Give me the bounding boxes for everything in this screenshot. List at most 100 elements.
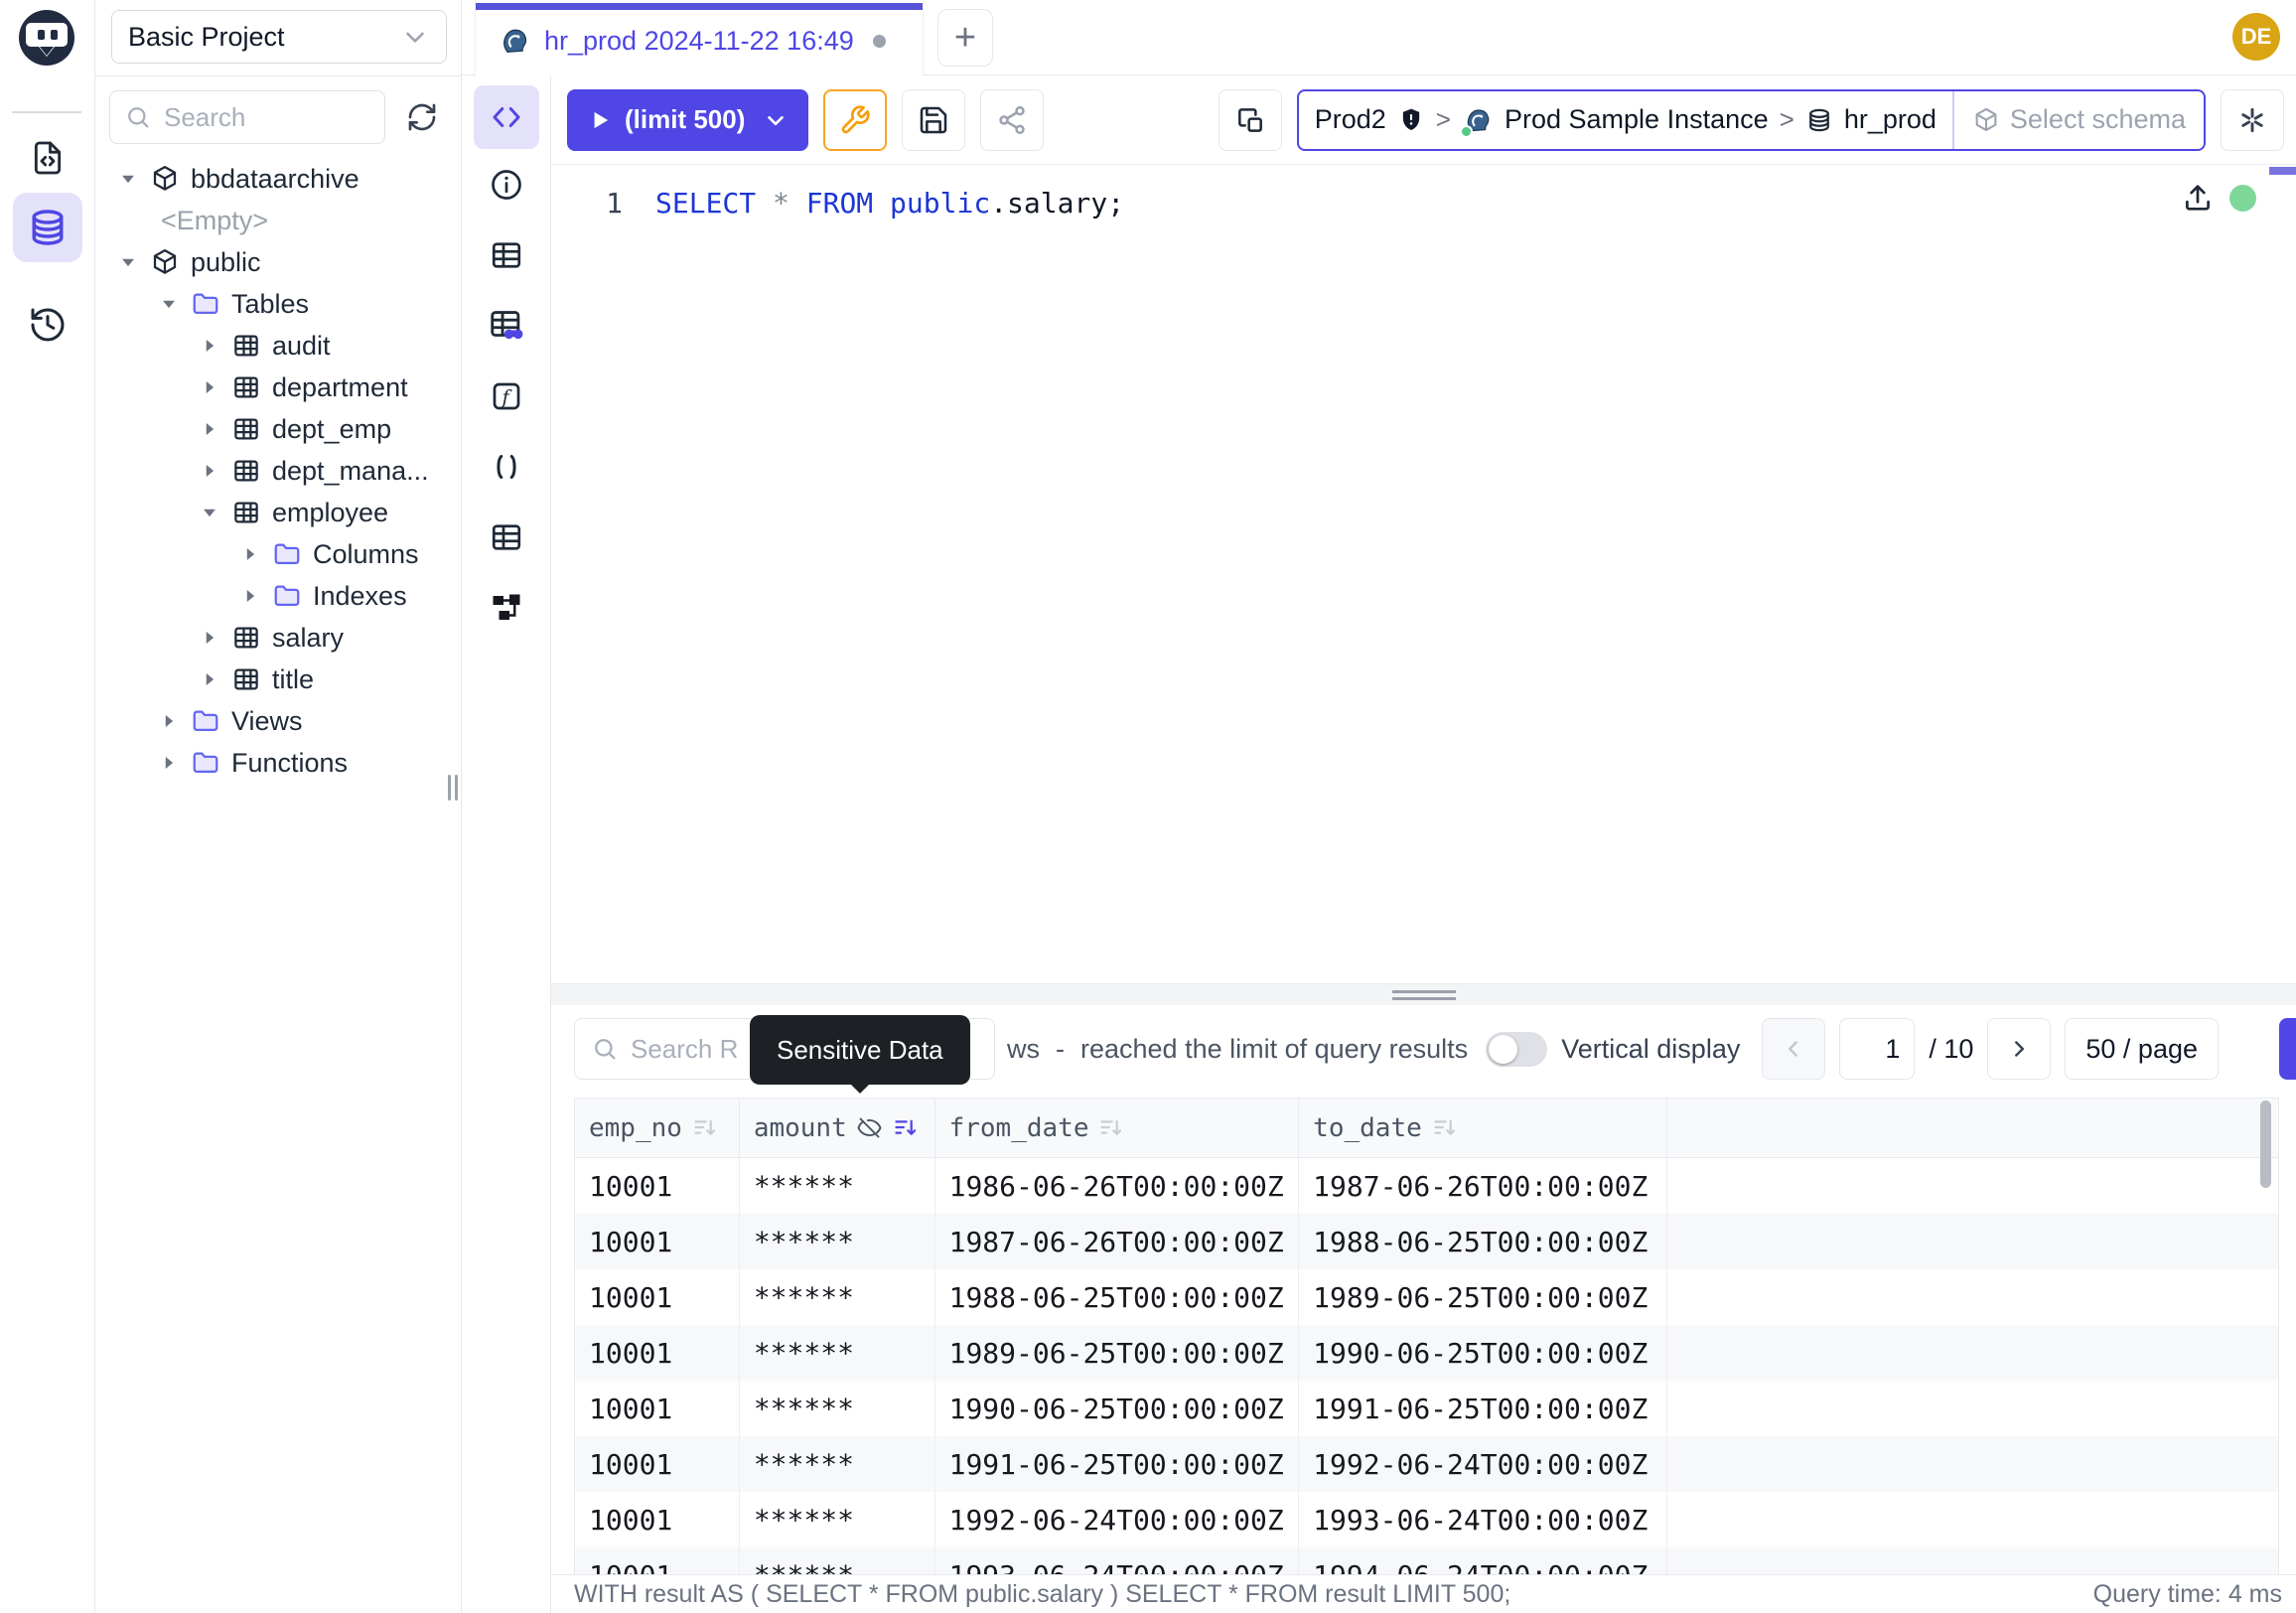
sidebar-resize-handle[interactable]	[448, 775, 458, 801]
panel-resize-handle[interactable]	[551, 983, 2296, 1005]
bytebase-logo[interactable]	[14, 8, 79, 70]
table-cell[interactable]: 1990-06-25T00:00:00Z	[1299, 1325, 1667, 1381]
share-button[interactable]	[980, 89, 1044, 151]
table-row[interactable]: 10001******1993-06-24T00:00:00Z1994-06-2…	[575, 1547, 2278, 1574]
table-cell[interactable]: 1993-06-24T00:00:00Z	[1299, 1492, 1667, 1547]
table-cell[interactable]: 1992-06-24T00:00:00Z	[935, 1492, 1300, 1547]
page-size-select[interactable]: 50 / page	[2065, 1018, 2219, 1080]
table-row[interactable]: 10001******1991-06-25T00:00:00Z1992-06-2…	[575, 1436, 2278, 1492]
table-cell[interactable]: 1986-06-26T00:00:00Z	[935, 1158, 1300, 1214]
tree-item-views[interactable]: Views	[95, 700, 461, 742]
table-detail-button[interactable]	[486, 517, 527, 557]
caret-icon[interactable]	[197, 625, 222, 651]
table-cell[interactable]	[1667, 1381, 2278, 1436]
table-cell[interactable]: 1991-06-25T00:00:00Z	[935, 1436, 1300, 1492]
history-nav-button[interactable]	[13, 290, 82, 360]
table-cell[interactable]: 1993-06-24T00:00:00Z	[935, 1547, 1300, 1574]
tree-item-employee[interactable]: employee	[95, 492, 461, 533]
table-cell[interactable]: 1989-06-25T00:00:00Z	[935, 1325, 1300, 1381]
tree-item-indexes[interactable]: Indexes	[95, 575, 461, 617]
worksheet-nav-button[interactable]	[13, 123, 82, 193]
refresh-button[interactable]	[395, 90, 449, 144]
er-diagram-button[interactable]	[486, 588, 527, 628]
table-cell[interactable]: 1987-06-26T00:00:00Z	[1299, 1158, 1667, 1214]
table-cell[interactable]	[1667, 1436, 2278, 1492]
table-cell[interactable]: 1988-06-25T00:00:00Z	[935, 1269, 1300, 1325]
table-cell[interactable]: 10001	[575, 1158, 740, 1214]
table-cell[interactable]: 1990-06-25T00:00:00Z	[935, 1381, 1300, 1436]
vertical-display-toggle[interactable]	[1486, 1032, 1547, 1067]
caret-icon[interactable]	[197, 333, 222, 359]
column-header-amount[interactable]: amount	[740, 1099, 935, 1157]
table-cell[interactable]: 10001	[575, 1492, 740, 1547]
table-cell[interactable]: 1988-06-25T00:00:00Z	[1299, 1214, 1667, 1269]
caret-icon[interactable]	[115, 166, 141, 192]
database-nav-button[interactable]	[13, 193, 82, 262]
code-panel-toggle[interactable]	[474, 85, 539, 149]
table-row[interactable]: 10001******1992-06-24T00:00:00Z1993-06-2…	[575, 1492, 2278, 1547]
table-cell[interactable]: ******	[740, 1325, 935, 1381]
tree-item-functions[interactable]: Functions	[95, 742, 461, 784]
format-sql-button[interactable]	[823, 89, 887, 151]
table-cell[interactable]: ******	[740, 1381, 935, 1436]
tree-item-dept-mana-[interactable]: dept_mana...	[95, 450, 461, 492]
schema-selector[interactable]: Select schema	[1954, 91, 2204, 149]
batch-query-button[interactable]	[1219, 89, 1282, 151]
table-cell[interactable]: ******	[740, 1492, 935, 1547]
table-cell[interactable]: 1994-06-24T00:00:00Z	[1299, 1547, 1667, 1574]
table-cell[interactable]	[1667, 1269, 2278, 1325]
table-scrollbar[interactable]	[2260, 1100, 2271, 1188]
caret-icon[interactable]	[115, 249, 141, 275]
next-page-button[interactable]	[1987, 1018, 2051, 1080]
table-cell[interactable]: 1991-06-25T00:00:00Z	[1299, 1381, 1667, 1436]
tab-hr-prod[interactable]: hr_prod 2024-11-22 16:49	[475, 0, 924, 75]
table-cell[interactable]: 10001	[575, 1325, 740, 1381]
table-cell[interactable]	[1667, 1325, 2278, 1381]
sort-icon[interactable]	[1097, 1114, 1124, 1141]
table-cell[interactable]: 1989-06-25T00:00:00Z	[1299, 1269, 1667, 1325]
parentheses-button[interactable]	[486, 447, 527, 487]
column-header-from_date[interactable]: from_date	[935, 1099, 1300, 1157]
sort-icon[interactable]	[892, 1114, 919, 1141]
table-row[interactable]: 10001******1988-06-25T00:00:00Z1989-06-2…	[575, 1269, 2278, 1325]
table-cell[interactable]: 10001	[575, 1214, 740, 1269]
tree-item-bbdataarchive[interactable]: bbdataarchive	[95, 158, 461, 200]
table-cell[interactable]: 10001	[575, 1436, 740, 1492]
tables-button[interactable]	[486, 235, 527, 275]
caret-icon[interactable]	[197, 416, 222, 442]
table-cell[interactable]	[1667, 1158, 2278, 1214]
tree-item--empty-[interactable]: <Empty>	[95, 200, 461, 241]
caret-icon[interactable]	[197, 458, 222, 484]
save-button[interactable]	[902, 89, 965, 151]
tree-item-columns[interactable]: Columns	[95, 533, 461, 575]
table-cell[interactable]	[1667, 1547, 2278, 1574]
ai-assistant-button[interactable]	[2221, 89, 2284, 151]
table-row[interactable]: 10001******1989-06-25T00:00:00Z1990-06-2…	[575, 1325, 2278, 1381]
masked-data-button[interactable]	[486, 306, 527, 346]
table-cell[interactable]: ******	[740, 1158, 935, 1214]
sort-icon[interactable]	[1431, 1114, 1458, 1141]
caret-icon[interactable]	[156, 708, 182, 734]
table-cell[interactable]: ******	[740, 1436, 935, 1492]
sort-icon[interactable]	[691, 1114, 718, 1141]
page-number-input[interactable]	[1839, 1018, 1915, 1080]
caret-icon[interactable]	[197, 666, 222, 692]
caret-icon[interactable]	[197, 374, 222, 400]
new-tab-button[interactable]: +	[937, 9, 993, 67]
sidebar-search-input[interactable]	[164, 102, 370, 133]
table-cell[interactable]: 1992-06-24T00:00:00Z	[1299, 1436, 1667, 1492]
table-cell[interactable]: 10001	[575, 1547, 740, 1574]
caret-icon[interactable]	[156, 750, 182, 776]
table-cell[interactable]	[1667, 1492, 2278, 1547]
table-cell[interactable]: ******	[740, 1214, 935, 1269]
connection-breadcrumb[interactable]: Prod2 >	[1297, 89, 2206, 151]
table-cell[interactable]: ******	[740, 1547, 935, 1574]
prev-page-button[interactable]	[1762, 1018, 1825, 1080]
tree-item-dept-emp[interactable]: dept_emp	[95, 408, 461, 450]
table-row[interactable]: 10001******1987-06-26T00:00:00Z1988-06-2…	[575, 1214, 2278, 1269]
caret-icon[interactable]	[237, 583, 263, 609]
run-query-button[interactable]: (limit 500)	[567, 89, 808, 151]
table-cell[interactable]	[1667, 1214, 2278, 1269]
table-cell[interactable]: 10001	[575, 1381, 740, 1436]
tree-item-audit[interactable]: audit	[95, 325, 461, 367]
